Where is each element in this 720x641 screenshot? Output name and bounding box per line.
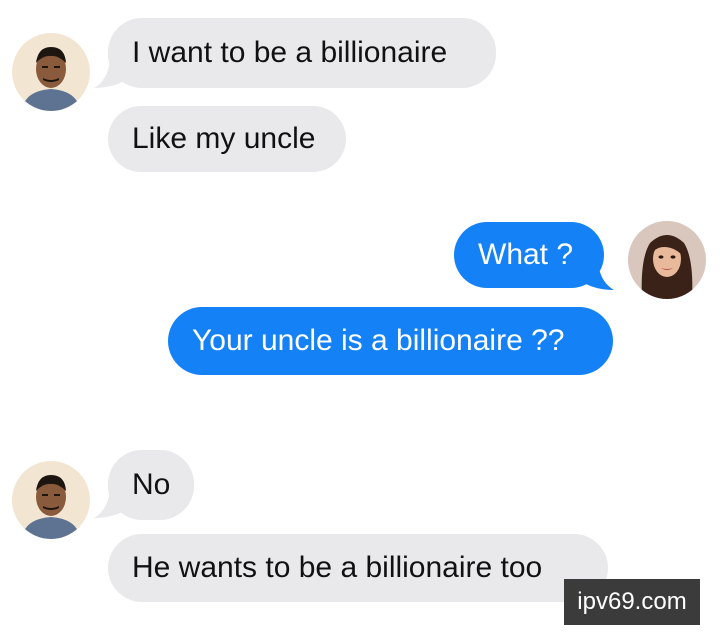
message-bubble: Like my uncle — [108, 106, 346, 172]
avatar — [628, 221, 706, 299]
message-text: Like my uncle — [132, 122, 316, 155]
message-bubble: He wants to be a billionaire too — [108, 534, 608, 602]
message-bubble: I want to be a billionaire — [108, 18, 496, 88]
avatar — [12, 461, 90, 539]
message-text: What ? — [478, 238, 574, 271]
bubble-tail — [94, 490, 122, 518]
message-text: Your uncle is a billionaire ?? — [192, 324, 565, 357]
avatar — [12, 33, 90, 111]
watermark-text: ipv69.com — [577, 588, 687, 615]
message-bubble: Your uncle is a billionaire ?? — [168, 307, 613, 375]
message-text: I want to be a billionaire — [132, 36, 448, 69]
message-text: No — [132, 468, 171, 501]
message-bubble: What ? — [454, 222, 604, 288]
bubble-tail — [94, 60, 122, 88]
bubble-tail — [586, 262, 614, 290]
watermark: ipv69.com — [564, 579, 700, 625]
message-text: He wants to be a billionaire too — [132, 551, 543, 584]
